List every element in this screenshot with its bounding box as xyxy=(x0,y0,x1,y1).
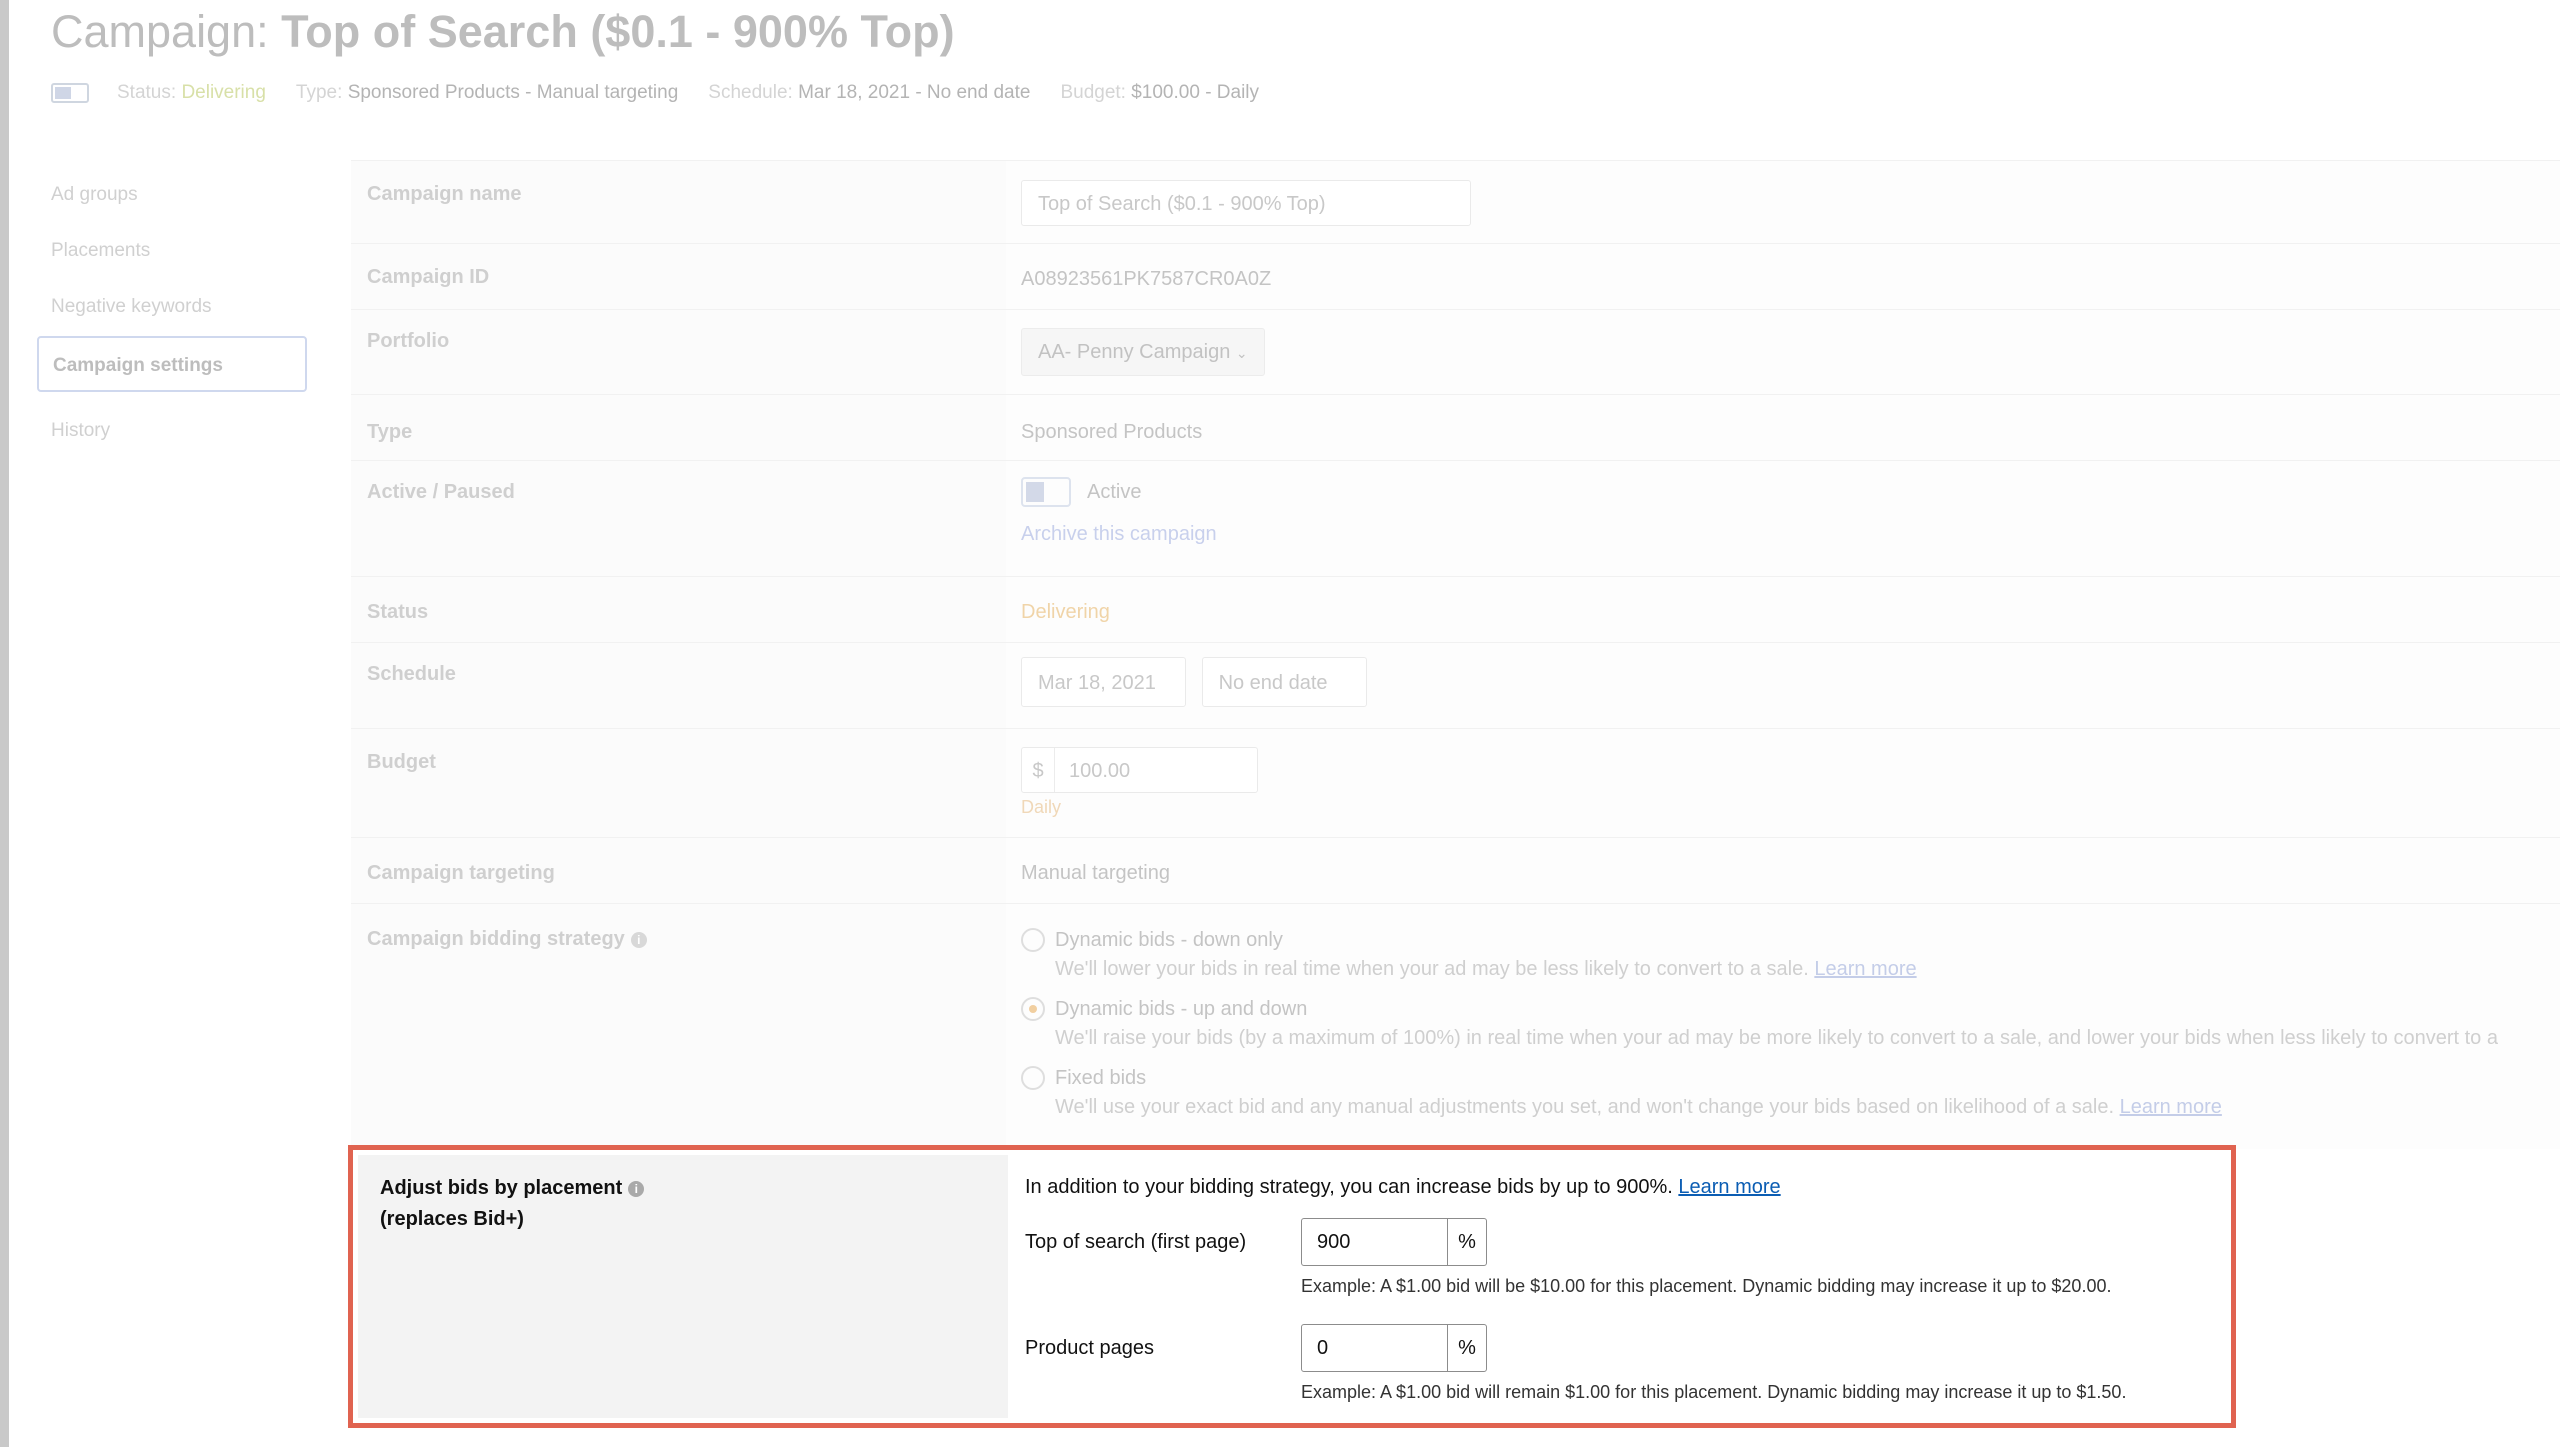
info-icon[interactable]: i xyxy=(630,931,647,948)
adjust-bids-section: Adjust bids by placement i (replaces Bid+… xyxy=(358,1155,2226,1418)
sidebar-item-negative-keywords[interactable]: Negative keywords xyxy=(37,290,307,324)
adjust-bids-highlight-box: Adjust bids by placement i (replaces Bid+… xyxy=(348,1145,2236,1428)
schedule-end-date[interactable]: No end date xyxy=(1201,657,1367,707)
row-budget: Budget $100.00 Daily xyxy=(351,728,2560,837)
campaign-state-toggle[interactable] xyxy=(51,83,89,103)
schedule-label: Schedule xyxy=(351,643,1006,728)
campaign-meta-bar: Status: Delivering Type: Sponsored Produ… xyxy=(51,82,1289,104)
adjust-bids-label: Adjust bids by placement i (replaces Bid+… xyxy=(358,1155,1008,1418)
row-campaign-id: Campaign ID A08923561PK7587CR0A0Z xyxy=(351,243,2560,309)
page-title: Campaign: Top of Search ($0.1 - 900% Top… xyxy=(51,6,955,58)
product-pages-input[interactable]: 0% xyxy=(1301,1324,1487,1372)
schedule-start-date[interactable]: Mar 18, 2021 xyxy=(1021,657,1186,707)
sidebar-item-history[interactable]: History xyxy=(37,414,307,448)
type-label: Type xyxy=(351,395,1006,460)
bidding-option-desc: We'll lower your bids in real time when … xyxy=(1055,958,1917,980)
row-portfolio: Portfolio AA- Penny Campaign ⌄ xyxy=(351,309,2560,394)
title-prefix: Campaign: xyxy=(51,6,282,57)
status-value: Delivering xyxy=(1006,577,2560,642)
campaign-header: Campaign: Top of Search ($0.1 - 900% Top… xyxy=(9,0,2560,138)
meta-budget: Budget: $100.00 - Daily xyxy=(1060,82,1260,103)
campaign-name-input[interactable]: Top of Search ($0.1 - 900% Top) xyxy=(1021,180,1471,226)
product-pages-example: Example: A $1.00 bid will remain $1.00 f… xyxy=(1301,1382,2127,1402)
sidebar-item-ad-groups[interactable]: Ad groups xyxy=(37,178,307,212)
campaign-id-label: Campaign ID xyxy=(351,244,1006,309)
row-campaign-name: Campaign name Top of Search ($0.1 - 900%… xyxy=(351,160,2560,243)
radio-button-selected[interactable] xyxy=(1021,997,1045,1021)
chevron-down-icon: ⌄ xyxy=(1235,345,1248,361)
top-of-search-input[interactable]: 900% xyxy=(1301,1218,1487,1266)
campaign-sidebar: Ad groups Placements Negative keywords C… xyxy=(37,178,307,470)
sidebar-item-placements[interactable]: Placements xyxy=(37,234,307,268)
sidebar-item-campaign-settings[interactable]: Campaign settings xyxy=(37,336,307,392)
bidding-option-desc: We'll use your exact bid and any manual … xyxy=(1055,1096,2222,1118)
row-bidding-strategy: Campaign bidding strategy i Dynamic bids … xyxy=(351,903,2560,1149)
row-active-paused: Active / Paused Active Archive this camp… xyxy=(351,460,2560,576)
product-pages-label: Product pages xyxy=(1025,1336,1154,1359)
meta-schedule: Schedule: Mar 18, 2021 - No end date xyxy=(708,82,1031,103)
active-paused-label: Active / Paused xyxy=(351,461,1006,576)
adjust-bids-intro: In addition to your bidding strategy, yo… xyxy=(1025,1176,1781,1198)
radio-button[interactable] xyxy=(1021,1066,1045,1090)
campaign-page: Campaign: Top of Search ($0.1 - 900% Top… xyxy=(9,0,2560,1447)
portfolio-select[interactable]: AA- Penny Campaign ⌄ xyxy=(1021,328,1265,376)
meta-type: Type: Sponsored Products - Manual target… xyxy=(295,82,679,103)
top-of-search-label: Top of search (first page) xyxy=(1025,1230,1247,1253)
budget-input[interactable]: $100.00 xyxy=(1021,747,1258,793)
campaign-targeting-value: Manual targeting xyxy=(1006,838,2560,903)
type-value: Sponsored Products xyxy=(1006,395,2560,460)
bidding-option-down-only[interactable]: Dynamic bids - down only xyxy=(1021,928,2560,952)
radio-button[interactable] xyxy=(1021,928,1045,952)
product-pages-row: Product pages 0% xyxy=(1025,1324,2226,1372)
bidding-option-up-and-down[interactable]: Dynamic bids - up and down xyxy=(1021,997,2560,1021)
window-edge xyxy=(0,0,9,1447)
info-icon[interactable]: i xyxy=(628,1180,645,1197)
row-schedule: Schedule Mar 18, 2021 No end date xyxy=(351,642,2560,728)
bidding-strategy-label: Campaign bidding strategy xyxy=(367,928,625,950)
settings-panel: Campaign name Top of Search ($0.1 - 900%… xyxy=(351,160,2560,1149)
learn-more-link[interactable]: Learn more xyxy=(1678,1176,1780,1198)
budget-value: 100.00 xyxy=(1069,760,1131,782)
active-toggle[interactable] xyxy=(1021,477,1071,507)
learn-more-link[interactable]: Learn more xyxy=(2120,1096,2222,1118)
budget-label: Budget xyxy=(351,729,1006,837)
campaign-name-label: Campaign name xyxy=(351,161,1006,243)
row-campaign-targeting: Campaign targeting Manual targeting xyxy=(351,837,2560,903)
top-of-search-row: Top of search (first page) 900% xyxy=(1025,1218,2226,1266)
meta-status: Status: Delivering xyxy=(117,82,266,103)
campaign-id-value: A08923561PK7587CR0A0Z xyxy=(1006,244,2560,309)
budget-period: Daily xyxy=(1021,797,1062,817)
archive-campaign-link[interactable]: Archive this campaign xyxy=(1021,523,2560,546)
row-status: Status Delivering xyxy=(351,576,2560,642)
budget-currency: $ xyxy=(1022,748,1055,792)
learn-more-link[interactable]: Learn more xyxy=(1814,958,1916,980)
campaign-targeting-label: Campaign targeting xyxy=(351,838,1006,903)
adjust-bids-content: In addition to your bidding strategy, yo… xyxy=(1008,1155,2226,1418)
row-type: Type Sponsored Products xyxy=(351,394,2560,460)
bidding-option-desc: We'll raise your bids (by a maximum of 1… xyxy=(1055,1027,2498,1049)
status-label: Status xyxy=(351,577,1006,642)
bidding-option-fixed[interactable]: Fixed bids xyxy=(1021,1066,2560,1090)
title-campaign-name: Top of Search ($0.1 - 900% Top) xyxy=(281,6,955,57)
top-of-search-example: Example: A $1.00 bid will be $10.00 for … xyxy=(1301,1276,2112,1296)
active-toggle-label: Active xyxy=(1087,480,1142,503)
portfolio-label: Portfolio xyxy=(351,310,1006,394)
